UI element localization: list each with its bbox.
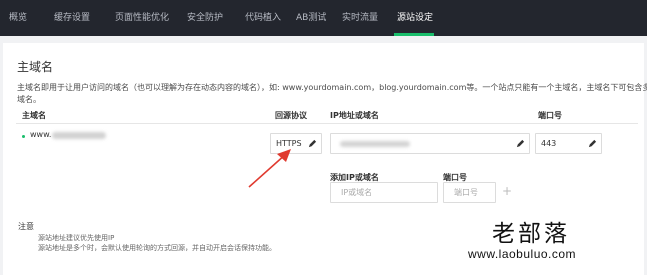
- tab-page-performance[interactable]: 页面性能优化: [115, 0, 169, 36]
- section-description-line2: 域名。: [17, 95, 41, 104]
- section-title: 主域名: [17, 60, 54, 74]
- edit-icon[interactable]: [588, 139, 597, 148]
- notes-title: 注意: [18, 222, 34, 231]
- notes-line2: 源站地址是多个时，会默认使用轮询的方式回源，并自动开启会话保持功能。: [38, 244, 276, 252]
- col-header-domain: 主域名: [22, 111, 46, 120]
- watermark-logo: 老部落: [492, 221, 570, 247]
- ip-field[interactable]: [330, 133, 530, 154]
- header-divider: [16, 123, 638, 124]
- port-value: 443: [541, 139, 557, 148]
- tab-ab-test[interactable]: AB测试: [296, 0, 326, 36]
- top-nav: 概览 缓存设置 页面性能优化 安全防护 代码植入 AB测试 实时流量 源站设定: [0, 0, 647, 36]
- tab-code-injection[interactable]: 代码植入: [245, 0, 281, 36]
- tab-cache-settings[interactable]: 缓存设置: [54, 0, 90, 36]
- watermark-url: www.laobuluo.com: [468, 247, 577, 261]
- edit-icon[interactable]: [308, 139, 317, 148]
- add-ip-input[interactable]: IP或域名: [330, 182, 438, 203]
- domain-value: www.: [30, 130, 52, 139]
- add-ip-placeholder: IP或域名: [341, 188, 373, 197]
- add-origin-button[interactable]: +: [502, 185, 512, 197]
- domain-redacted: [52, 132, 106, 139]
- tab-overview[interactable]: 概览: [9, 0, 27, 36]
- tab-security[interactable]: 安全防护: [187, 0, 223, 36]
- active-tab-indicator: [394, 33, 434, 36]
- port-field[interactable]: 443: [535, 133, 602, 154]
- annotation-arrow: [248, 149, 291, 188]
- edit-icon[interactable]: [516, 139, 525, 148]
- status-dot: [22, 135, 25, 138]
- tab-origin-settings[interactable]: 源站设定: [397, 0, 433, 36]
- ip-redacted: [340, 141, 410, 147]
- tab-realtime-traffic[interactable]: 实时流量: [342, 0, 378, 36]
- col-header-protocol: 回源协议: [275, 111, 307, 120]
- add-port-input[interactable]: 端口号: [443, 182, 496, 203]
- col-header-port: 端口号: [538, 111, 562, 120]
- add-port-placeholder: 端口号: [454, 188, 478, 197]
- section-description-line1: 主域名即用于让用户访问的域名（也可以理解为存在动态内容的域名），如: www.y…: [17, 83, 647, 92]
- notes-line1: 源站地址建议优先使用IP: [38, 234, 115, 242]
- col-header-ip: IP地址或域名: [330, 111, 379, 120]
